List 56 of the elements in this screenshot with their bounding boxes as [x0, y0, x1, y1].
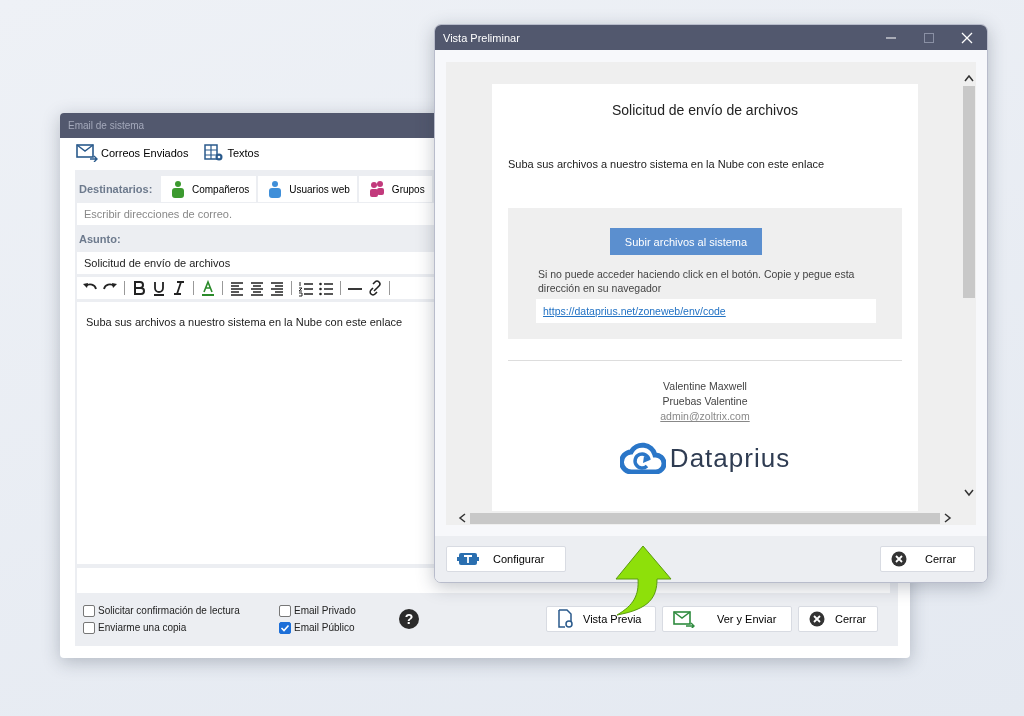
curved-arrow-drawing [614, 545, 674, 617]
chevron-right-icon [944, 513, 952, 523]
email-title: Solicitud de envío de archivos [611, 102, 799, 118]
signature-line: Pruebas Valentine [662, 394, 748, 409]
align-center-icon[interactable] [249, 279, 265, 297]
align-right-icon[interactable] [269, 279, 285, 297]
recipient-type-button[interactable]: Compañeros [161, 176, 259, 202]
envelope-icon [76, 144, 98, 162]
close-icon [891, 551, 907, 567]
checkbox[interactable] [83, 604, 95, 617]
email-text: Suba sus archivos a nuestro sistema en la Nube con este enlace [508, 158, 826, 170]
recipient-type-button[interactable]: Grupos [358, 176, 434, 202]
option-label: Enviarme una copia [98, 622, 187, 633]
help-button[interactable]: ? [399, 609, 419, 629]
link-icon[interactable] [367, 279, 383, 297]
checkbox[interactable] [279, 621, 291, 634]
numbered-list-icon[interactable] [298, 279, 314, 297]
close-button[interactable]: Cerrar [798, 606, 878, 632]
close-icon [809, 611, 825, 627]
recipients-label: Destinatarios: [78, 182, 154, 197]
subject-label: Asunto: [78, 232, 121, 247]
logo-text: Dataprius [669, 442, 791, 474]
option-label: Solicitar confirmación de lectura [98, 605, 240, 616]
cloud-sync-icon [619, 442, 666, 474]
table-gear-icon [204, 144, 225, 162]
close-button[interactable]: Cerrar [880, 546, 975, 572]
window-title: Email de sistema [68, 120, 145, 131]
message-text: Suba sus archivos a nuestro sistema en la Nube con este enlace [86, 316, 404, 328]
texts-button[interactable]: Textos [202, 144, 262, 162]
view-and-send-button[interactable]: Ver y Enviar [662, 606, 792, 632]
chevron-left-icon [458, 513, 466, 523]
option-label: Email Privado [294, 605, 356, 616]
configure-button[interactable]: Configurar [446, 546, 566, 572]
checkbox[interactable] [83, 621, 95, 634]
envelope-send-icon [673, 610, 695, 628]
maximize-icon [923, 31, 935, 44]
close-icon[interactable] [961, 31, 973, 44]
url-link[interactable]: https://dataprius.net/zoneweb/env/code [543, 305, 726, 317]
underline-icon[interactable] [151, 279, 167, 297]
chevron-up-icon [964, 74, 974, 82]
email-link[interactable]: admin@zoltrix.com [660, 409, 750, 424]
chevron-down-icon [964, 489, 974, 497]
align-left-icon[interactable] [229, 279, 245, 297]
preview-button[interactable]: Vista Previa [546, 606, 656, 632]
document-search-icon [557, 609, 573, 629]
window-title: Vista Preliminar [443, 31, 520, 44]
sent-mail-button[interactable]: Correos Enviados [74, 144, 191, 162]
option-label: Email Público [294, 622, 355, 633]
text-field-icon [457, 551, 479, 567]
italic-icon[interactable] [171, 279, 187, 297]
bold-icon[interactable] [131, 279, 147, 297]
text-color-icon[interactable] [200, 279, 216, 297]
signature-line: Valentine Maxwell [663, 379, 747, 394]
recipient-type-button[interactable]: Usuarios web [258, 176, 359, 202]
instruction-text: Si no puede acceder haciendo click en el botón. Copie y pegue esta dirección en su navegador [538, 267, 856, 295]
checkbox[interactable] [279, 604, 291, 617]
